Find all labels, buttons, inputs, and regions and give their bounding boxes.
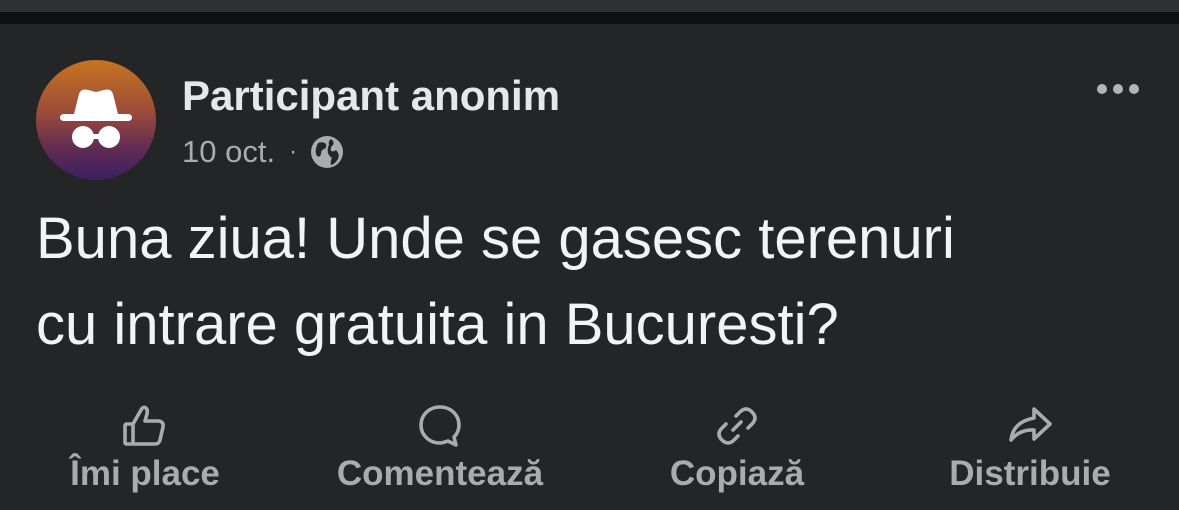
- comment-label: Comentează: [336, 454, 544, 493]
- thumbs-up-icon: [123, 405, 165, 446]
- more-dot: [1129, 84, 1139, 94]
- post-text: Buna ziua! Unde se gasesc terenuri cu in…: [36, 196, 1146, 368]
- more-dot: [1113, 84, 1123, 94]
- comment-button[interactable]: Comentează: [322, 400, 558, 494]
- top-strip: [0, 0, 1179, 12]
- more-dot: [1097, 84, 1107, 94]
- meta-separator: ·: [289, 138, 298, 165]
- more-options-icon[interactable]: [1097, 84, 1139, 94]
- copy-link-button[interactable]: Copiază: [660, 400, 814, 494]
- action-bar: Îmi place Comentează Copiază Distribuie: [0, 400, 1179, 500]
- share-label: Distribuie: [949, 454, 1111, 493]
- like-button[interactable]: Îmi place: [60, 400, 230, 494]
- author-name[interactable]: Participant anonim: [182, 72, 560, 120]
- post-divider: [0, 12, 1179, 24]
- comment-bubble-icon: [419, 405, 461, 447]
- copy-label: Copiază: [669, 454, 805, 493]
- post-meta: 10 oct. ·: [182, 132, 345, 172]
- post-date[interactable]: 10 oct.: [182, 134, 275, 170]
- globe-icon[interactable]: [309, 134, 345, 170]
- share-arrow-icon: [1009, 407, 1052, 442]
- incognito-icon: [60, 89, 132, 148]
- post-text-line: Buna ziua! Unde se gasesc terenuri: [36, 206, 955, 271]
- link-icon: [717, 407, 757, 445]
- avatar[interactable]: [36, 60, 156, 180]
- share-button[interactable]: Distribuie: [938, 400, 1122, 494]
- like-label: Îmi place: [70, 454, 220, 493]
- post-text-line: cu intrare gratuita in Bucuresti?: [36, 292, 839, 357]
